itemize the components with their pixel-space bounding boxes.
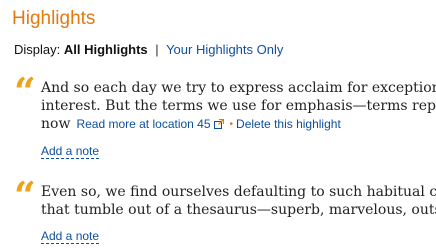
highlight-meta: Read more at location 45 • Delete this hig… — [76, 117, 340, 131]
page-title: Highlights — [12, 8, 96, 29]
opening-quote-icon: “ — [14, 69, 36, 114]
highlight-text: And so each day we try to express acclai… — [41, 79, 436, 133]
external-link-icon[interactable] — [213, 119, 224, 129]
read-more-link[interactable]: Read more at location 45 — [76, 117, 210, 131]
display-filter: Display: All Highlights | Your Highlight… — [14, 42, 283, 57]
filter-separator: | — [155, 42, 159, 57]
highlight-line: that tumble out of a thesaurus—superb, m… — [41, 202, 436, 218]
add-note-link[interactable]: Add a note — [41, 144, 100, 159]
filter-your-highlights-link[interactable]: Your Highlights Only — [166, 42, 283, 57]
highlight-line: And so each day we try to express acclai… — [41, 80, 436, 96]
delete-highlight-link[interactable]: Delete this highlight — [236, 117, 341, 131]
display-label: Display: — [14, 42, 61, 57]
highlight-line: interest. But the terms we use for empha… — [41, 98, 436, 114]
opening-quote-icon: “ — [14, 173, 36, 218]
bullet-separator: • — [229, 119, 234, 130]
highlight-line-last: now Read more at location 45 • Delete this … — [41, 115, 436, 133]
highlight-text: Even so, we find ourselves defaulting to… — [41, 183, 436, 219]
highlight-line: Even so, we find ourselves defaulting to… — [41, 184, 436, 200]
add-note-link[interactable]: Add a note — [41, 229, 100, 244]
filter-all-highlights: All Highlights — [63, 42, 148, 57]
highlight-line-text: now — [41, 116, 71, 132]
